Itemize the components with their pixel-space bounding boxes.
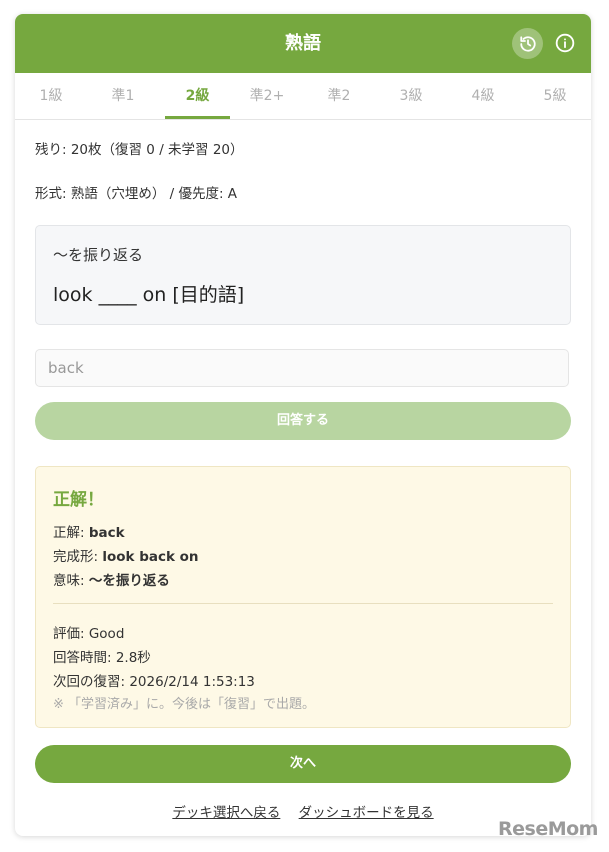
complete-form-line: 完成形: look back on (53, 545, 199, 565)
next-button[interactable]: 次へ (35, 745, 571, 783)
info-icon (555, 33, 575, 53)
page-title: 熟語 (285, 33, 321, 54)
history-icon (519, 35, 536, 52)
meaning-line: 意味: 〜を振り返る (53, 569, 170, 589)
result-note: ※ 「学習済み」に。今後は「復習」で出題。 (53, 697, 316, 712)
history-button[interactable] (512, 28, 543, 59)
answer-input[interactable]: back (35, 349, 569, 387)
next-review: 次回の復習: 2026/2/14 1:53:13 (53, 674, 255, 690)
tab-jun2plus[interactable]: 準2+ (237, 73, 297, 119)
result-title: 正解！ (53, 490, 104, 510)
watermark-logo: ReseMom (498, 818, 598, 840)
tab-jun2[interactable]: 準2 (309, 73, 369, 119)
tab-3kyu[interactable]: 3級 (381, 73, 441, 119)
answer-time: 回答時間: 2.8秒 (53, 650, 151, 666)
tab-2kyu[interactable]: 2級 (165, 73, 230, 119)
result-divider (53, 603, 553, 604)
rating: 評価: Good (53, 626, 125, 642)
correct-answer-line: 正解: back (53, 521, 125, 541)
quiz-card: 熟語 1級 準1 2級 準2+ 準2 3級 4級 5級 残り: 20枚（復習 0… (15, 14, 591, 836)
correct-answer-label: 正解: (53, 525, 89, 541)
complete-form-value: look back on (102, 549, 199, 565)
complete-form-label: 完成形: (53, 549, 103, 565)
remaining-count: 残り: 20枚（復習 0 / 未学習 20） (35, 142, 244, 158)
back-to-decks-link[interactable]: デッキ選択へ戻る (172, 805, 280, 821)
question-box: 〜を振り返る look ____ on [目的語] (35, 225, 571, 325)
info-button[interactable] (554, 32, 576, 54)
tab-jun1[interactable]: 準1 (93, 73, 153, 119)
tab-5kyu[interactable]: 5級 (525, 73, 585, 119)
correct-answer-value: back (88, 525, 125, 541)
tab-1kyu[interactable]: 1級 (21, 73, 81, 119)
tab-4kyu[interactable]: 4級 (453, 73, 513, 119)
question-phrase: look ____ on [目的語] (53, 284, 245, 306)
meaning-label: 意味: (53, 573, 89, 589)
result-box: 正解！ 正解: back 完成形: look back on 意味: 〜を振り返… (35, 466, 571, 728)
question-meaning: 〜を振り返る (53, 246, 144, 264)
format-priority: 形式: 熟語（穴埋め） / 優先度: A (35, 186, 238, 202)
grade-tabs: 1級 準1 2級 準2+ 準2 3級 4級 5級 (15, 73, 591, 120)
header: 熟語 (15, 14, 591, 73)
submit-answer-button[interactable]: 回答する (35, 402, 571, 440)
dashboard-link[interactable]: ダッシュボードを見る (299, 805, 434, 821)
meaning-value: 〜を振り返る (88, 573, 170, 589)
